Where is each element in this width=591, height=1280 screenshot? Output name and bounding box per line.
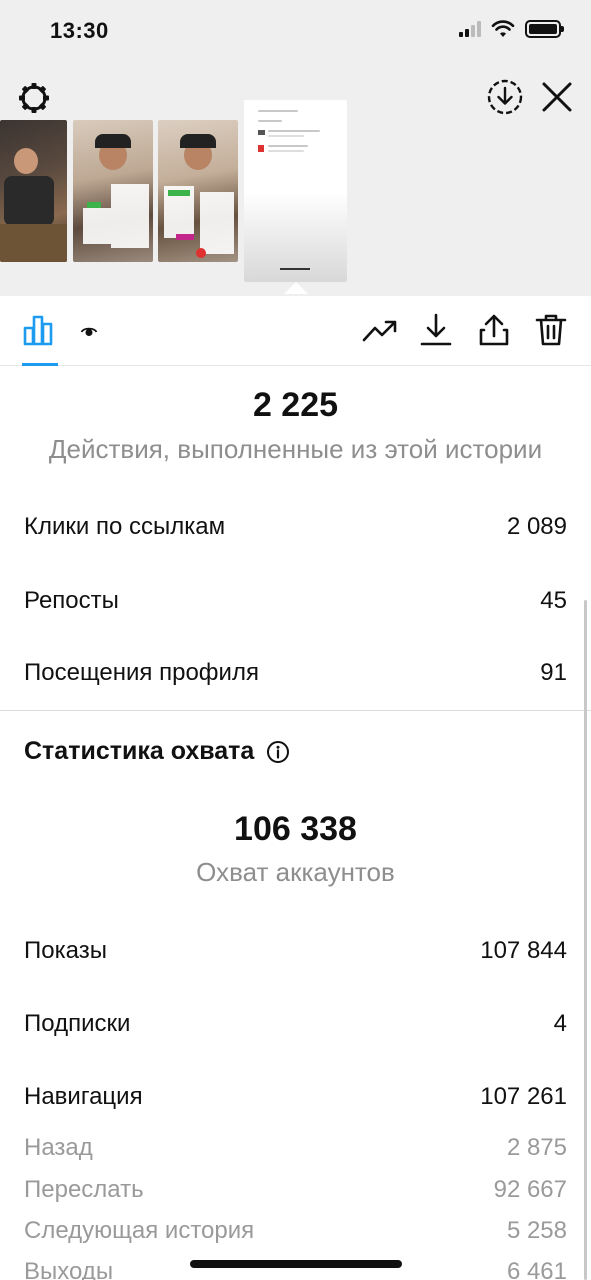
selected-pointer <box>284 282 308 294</box>
reach-row-navigation: Навигация 107 261 <box>24 1083 567 1111</box>
actions-total: 2 225 <box>252 386 339 424</box>
navigation-row-back: Назад 2 875 <box>24 1134 567 1162</box>
row-label: Назад <box>24 1134 93 1161</box>
bar-chart-icon[interactable] <box>22 312 58 348</box>
row-value: 4 <box>553 1010 567 1037</box>
navigation-row-next-story: Следующая история 5 258 <box>24 1217 567 1245</box>
active-tab-indicator <box>22 363 58 366</box>
row-value: 91 <box>540 659 567 686</box>
actions-row-link-clicks: Клики по ссылкам 2 089 <box>24 513 567 541</box>
row-label: Показы <box>24 937 107 964</box>
row-label: Навигация <box>24 1083 143 1110</box>
battery-icon <box>525 20 564 38</box>
story-thumbnail-3[interactable] <box>158 120 238 262</box>
row-label: Посещения профиля <box>24 659 259 686</box>
row-label: Выходы <box>24 1258 114 1280</box>
row-value: 5 258 <box>506 1217 567 1244</box>
trash-icon[interactable] <box>533 312 569 348</box>
row-value: 2 875 <box>506 1134 567 1161</box>
wifi-icon <box>491 20 515 37</box>
story-thumbnails-panel <box>0 70 591 296</box>
trend-icon[interactable] <box>362 312 398 348</box>
row-value: 107 261 <box>480 1083 567 1110</box>
gear-icon[interactable] <box>16 80 52 116</box>
status-icons <box>459 20 564 38</box>
row-label: Клики по ссылкам <box>24 513 226 540</box>
row-value: 2 089 <box>506 513 567 540</box>
story-thumbnail-1[interactable] <box>0 120 67 262</box>
reach-row-follows: Подписки 4 <box>24 1010 567 1038</box>
row-label: Переслать <box>24 1176 144 1203</box>
status-time: 13:30 <box>50 18 109 43</box>
reach-total: 106 338 <box>234 810 357 848</box>
row-label: Подписки <box>24 1010 131 1037</box>
actions-row-reposts: Репосты 45 <box>24 587 567 615</box>
eye-icon[interactable] <box>80 324 98 338</box>
row-value: 45 <box>540 587 567 614</box>
close-icon[interactable] <box>540 80 574 114</box>
cellular-signal-icon <box>459 21 481 37</box>
home-indicator[interactable] <box>190 1260 402 1268</box>
insights-tab-bar <box>0 296 591 366</box>
actions-caption: Действия, выполненные из этой истории <box>48 434 543 464</box>
navigation-row-forward: Переслать 92 667 <box>24 1176 567 1204</box>
info-icon[interactable] <box>266 740 290 764</box>
row-value: 92 667 <box>493 1176 567 1203</box>
row-value: 6 461 <box>506 1258 567 1280</box>
scrollbar[interactable] <box>584 600 587 1280</box>
reach-section-title: Статистика охвата <box>24 737 290 766</box>
story-thumbnail-selected[interactable] <box>244 100 347 282</box>
section-divider <box>0 710 591 711</box>
reach-row-impressions: Показы 107 844 <box>24 937 567 965</box>
row-value: 107 844 <box>480 937 567 964</box>
actions-row-profile-visits: Посещения профиля 91 <box>24 659 567 687</box>
row-label: Следующая история <box>24 1217 255 1244</box>
share-icon[interactable] <box>476 312 512 348</box>
download-circle-icon[interactable] <box>486 78 524 116</box>
reach-title-text: Статистика охвата <box>24 737 255 765</box>
reach-caption: Охват аккаунтов <box>196 857 395 887</box>
status-bar: 13:30 <box>0 0 591 70</box>
row-label: Репосты <box>24 587 119 614</box>
story-thumbnail-2[interactable] <box>73 120 153 262</box>
download-icon[interactable] <box>418 312 454 348</box>
